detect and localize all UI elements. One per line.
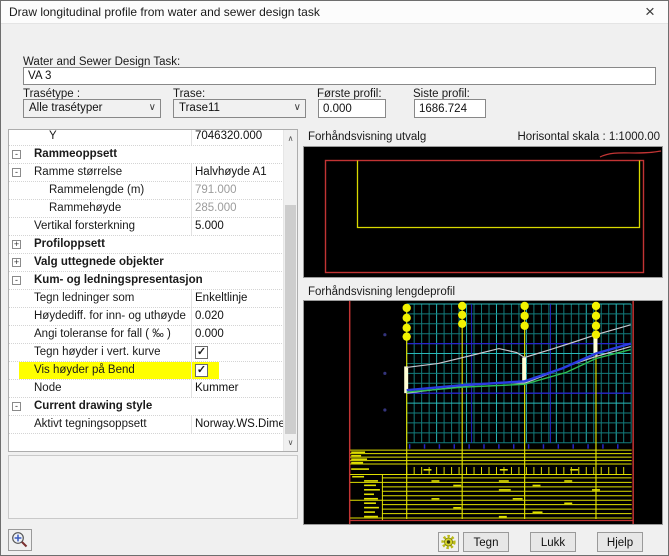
collapse-icon[interactable]: -	[12, 402, 21, 411]
dialog-title: Draw longitudinal profile from water and…	[9, 5, 320, 19]
grid-row-value[interactable]: Enkeltlinje	[192, 292, 285, 304]
grid-row-value[interactable]: 791.000	[192, 184, 285, 196]
horizontal-scale-label: Horisontal skala : 1:1000.00	[517, 131, 660, 143]
grid-row-h-ydediff-for-inn-og-uth-yde[interactable]: Høydediff. for inn- og uthøyde 0.020	[9, 308, 284, 326]
hjelp-button[interactable]: Hjelp	[597, 532, 643, 552]
drawing-rules-button[interactable]	[438, 532, 459, 552]
grid-row-label: Y	[49, 130, 57, 142]
collapse-icon[interactable]: -	[12, 276, 21, 285]
preview-selection-label: Forhåndsvisning utvalg	[308, 131, 427, 143]
scrollbar[interactable]: ∧ ∨	[283, 130, 297, 451]
grid-row-label: Rammeoppsett	[34, 148, 118, 160]
profile-preview-drawing	[348, 301, 634, 524]
expand-icon[interactable]: +	[12, 240, 21, 249]
grid-row-rammeoppsett[interactable]: - Rammeoppsett	[9, 146, 284, 164]
grid-row-aktivt-tegningsoppsett[interactable]: Aktivt tegningsoppsett Norway.WS.Dimen	[9, 416, 285, 434]
trasetype-select[interactable]: Alle trasétyper ∨	[23, 99, 161, 118]
grid-row-current-drawing-style[interactable]: - Current drawing style	[9, 398, 284, 416]
grid-row-tegn-ledninger-som[interactable]: Tegn ledninger som Enkeltlinje	[9, 290, 284, 308]
grid-row-rammelengde-m[interactable]: Rammelengde (m) 791.000	[9, 182, 284, 200]
grid-row-tegn-h-yder-i-vert-kurve[interactable]: Tegn høyder i vert. kurve ✓	[9, 344, 284, 362]
frame-preview-drawing	[324, 150, 662, 274]
grid-row-label: Profiloppsett	[34, 238, 105, 250]
forste-profil-input[interactable]	[318, 99, 386, 118]
titlebar: Draw longitudinal profile from water and…	[1, 1, 668, 24]
grid-row-label: Rammelengde (m)	[49, 184, 145, 196]
grid-row-kum-og-ledningspresentasjon[interactable]: - Kum- og ledningspresentasjon	[9, 272, 284, 290]
grid-row-label: Tegn høyder i vert. kurve	[34, 346, 161, 358]
grid-row-y[interactable]: Y 7046320.000	[9, 130, 285, 146]
gear-icon	[439, 534, 458, 555]
grid-row-node[interactable]: Node Kummer	[9, 380, 284, 398]
property-grid: Y 7046320.000 - Rammeoppsett - Ramme størrels…	[8, 129, 298, 452]
scroll-down-icon[interactable]: ∨	[284, 434, 297, 451]
grid-row-rammeh-yde[interactable]: Rammehøyde 285.000	[9, 200, 284, 218]
scroll-up-icon[interactable]: ∧	[284, 130, 297, 147]
property-grid-rows: Y 7046320.000 - Rammeoppsett - Ramme størrels…	[9, 130, 285, 434]
lukk-button[interactable]: Lukk	[530, 532, 576, 552]
trase-selected-value: Trase11	[179, 102, 220, 114]
trase-select[interactable]: Trase11 ∨	[173, 99, 306, 118]
collapse-icon[interactable]: -	[12, 168, 21, 177]
siste-profil-input[interactable]	[414, 99, 486, 118]
grid-row-label: Ramme størrelse	[34, 166, 123, 178]
preview-profile-label: Forhåndsvisning lengdeprofil	[308, 286, 456, 298]
tegn-button[interactable]: Tegn	[463, 532, 509, 552]
grid-row-label: Aktivt tegningsoppsett	[34, 418, 147, 430]
chevron-down-icon[interactable]: ∨	[149, 102, 156, 113]
grid-row-label: Node	[34, 382, 62, 394]
grid-row-value[interactable]: 5.000	[192, 220, 285, 232]
column-divider	[191, 362, 192, 379]
grid-row-label: Vertikal forsterkning	[34, 220, 135, 232]
grid-row-angi-toleranse-for-fall[interactable]: Angi toleranse for fall ( ‰ ) 0.000	[9, 326, 284, 344]
draw-longitudinal-profile-dialog: Draw longitudinal profile from water and…	[0, 0, 669, 556]
trasetype-selected-value: Alle trasétyper	[29, 102, 103, 114]
grid-row-value[interactable]: 0.020	[192, 310, 285, 322]
preview-selection-canvas[interactable]	[303, 146, 663, 278]
grid-row-value[interactable]: 285.000	[192, 202, 285, 214]
close-icon[interactable]: ×	[640, 1, 660, 22]
grid-row-label: Kum- og ledningspresentasjon	[34, 274, 203, 286]
grid-row-value[interactable]: 0.000	[192, 328, 285, 340]
grid-row-ramme-st-rrelse[interactable]: - Ramme størrelse Halvhøyde A1	[9, 164, 284, 182]
preview-profile-canvas[interactable]	[303, 300, 663, 525]
task-input[interactable]	[23, 67, 656, 85]
grid-row-value[interactable]: 7046320.000	[192, 130, 285, 142]
property-description-box	[8, 455, 298, 519]
grid-row-label: Høydediff. for inn- og uthøyde	[34, 310, 186, 322]
column-divider	[191, 344, 192, 361]
scrollbar-thumb[interactable]	[285, 205, 296, 434]
grid-row-label: Vis høyder på Bend	[34, 364, 135, 376]
zoom-extents-icon	[9, 532, 31, 554]
grid-row-value[interactable]: Norway.WS.Dimen	[192, 418, 285, 430]
checkbox-checked[interactable]: ✓	[195, 364, 208, 377]
grid-row-valg-uttegnede-objekter[interactable]: + Valg uttegnede objekter	[9, 254, 284, 272]
collapse-icon[interactable]: -	[12, 150, 21, 159]
grid-row-value[interactable]: Kummer	[192, 382, 285, 394]
grid-row-label: Current drawing style	[34, 400, 153, 412]
grid-row-label: Valg uttegnede objekter	[34, 256, 164, 268]
grid-row-label: Tegn ledninger som	[34, 292, 135, 304]
expand-icon[interactable]: +	[12, 258, 21, 267]
zoom-extents-button[interactable]	[8, 529, 32, 551]
grid-row-value[interactable]: Halvhøyde A1	[192, 166, 285, 178]
grid-row-profiloppsett[interactable]: + Profiloppsett	[9, 236, 284, 254]
checkbox-checked[interactable]: ✓	[195, 346, 208, 359]
grid-row-vertikal-forsterkning[interactable]: Vertikal forsterkning 5.000	[9, 218, 284, 236]
chevron-down-icon[interactable]: ∨	[294, 102, 301, 113]
grid-row-label: Rammehøyde	[49, 202, 122, 214]
grid-row-label: Angi toleranse for fall ( ‰ )	[34, 328, 171, 340]
grid-row-vis-h-yder-p-bend[interactable]: Vis høyder på Bend ✓	[9, 362, 284, 380]
